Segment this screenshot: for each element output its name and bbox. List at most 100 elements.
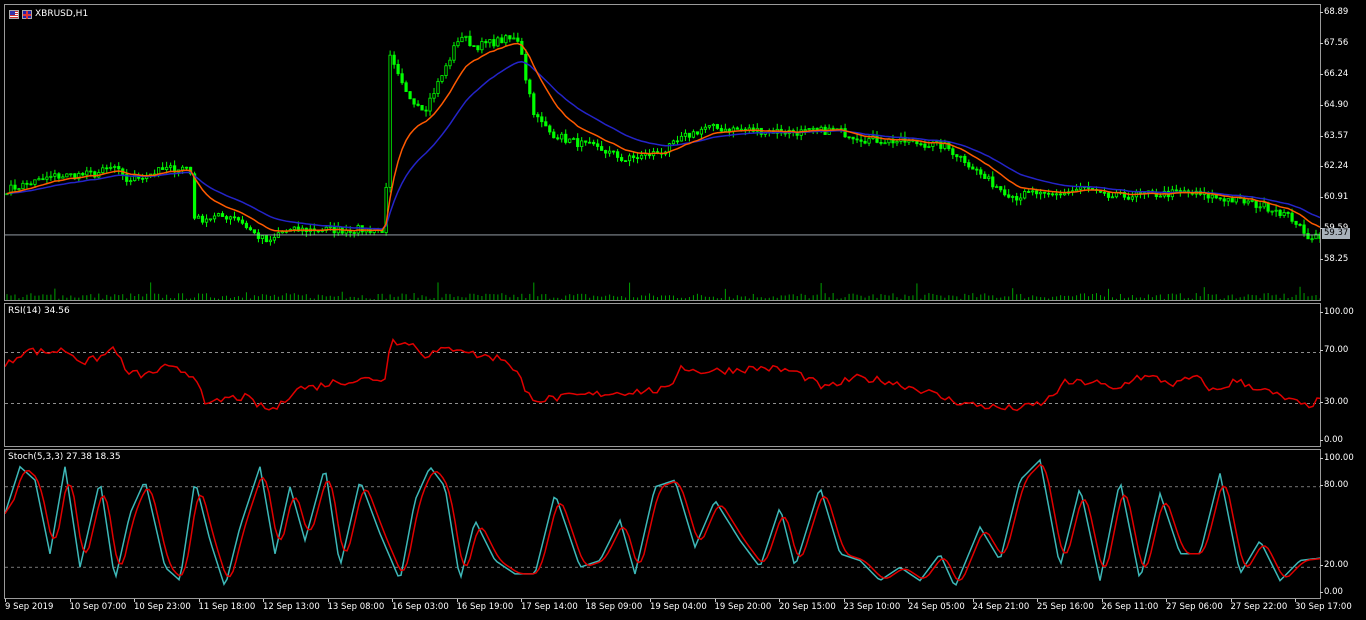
candle-body [240,219,245,224]
candle-body [1266,202,1270,212]
candle-body [627,155,632,162]
volume-bars [6,282,1320,300]
candle-body [536,114,540,118]
candle-body [883,142,887,145]
time-axis-label: 13 Sep 08:00 [327,599,385,612]
candle-body [129,180,133,183]
candle-body [1226,198,1230,202]
candle-body [169,165,173,168]
candle-body [53,173,57,177]
candle-body [879,141,883,144]
candle-body [923,143,927,148]
candle-body [25,182,29,185]
candle-body [256,232,261,239]
price-axis[interactable]: 68.8967.5666.2464.9063.5762.2460.9159.59… [1319,4,1366,301]
rsi-indicator-panel[interactable]: RSI(14) 34.56 [4,303,1321,447]
indicator-axis-label: 0.00 [1320,587,1343,597]
candle-body [1023,191,1027,199]
candle-body [631,155,636,158]
rsi-line [5,338,1320,412]
candle-body [683,132,688,137]
candle-body [1027,191,1031,193]
candle-body [404,82,408,92]
candle-body [671,140,676,145]
candle-body [1306,232,1310,240]
stochastic-signal-line [5,463,1320,582]
candle-body [867,138,871,144]
candle-body [955,154,959,158]
candle-body [815,127,819,131]
candle-body [983,173,987,179]
time-axis-label: 10 Sep 07:00 [69,599,127,612]
candle-body [967,162,971,168]
candle-body [109,166,113,169]
candle-body [1047,192,1051,195]
candle-body [564,133,568,143]
candle-body [388,54,392,188]
candle-body [568,138,572,143]
time-axis-label: 16 Sep 19:00 [456,599,514,612]
candle-body [1126,196,1131,200]
candle-body [89,170,93,173]
candle-body [532,93,536,115]
us-flag-icon [9,9,19,19]
candle-body [228,216,233,220]
candle-body [101,167,105,173]
price-chart-canvas[interactable] [5,5,1321,301]
stochastic-indicator-panel[interactable]: Stoch(5,3,3) 27.38 18.35 [4,449,1321,599]
candle-body [428,97,432,112]
candle-body [1274,209,1278,212]
candle-body [440,75,444,82]
candle-body [831,127,835,130]
time-axis-label: 11 Sep 18:00 [198,599,256,612]
price-axis-label: 68.89 [1319,7,1349,18]
time-axis-label: 24 Sep 05:00 [908,599,965,612]
candle-body [1258,206,1262,209]
candle-body [612,150,616,153]
time-axis-label: 19 Sep 20:00 [714,599,772,612]
price-chart-panel[interactable]: XBRUSD,H1 [4,4,1321,301]
candle-body [1294,220,1298,225]
candle-body [456,41,460,47]
candle-body [1270,210,1274,213]
candle-body [1262,202,1266,208]
candle-body [596,143,600,147]
candle-body [248,227,253,231]
candle-body [472,45,476,48]
stochastic-axis: 100.00 80.00 20.00 0.00 [1319,449,1366,599]
candle-body [524,53,528,81]
candle-body [224,216,229,220]
candle-body [699,128,704,135]
candle-body [963,155,967,163]
candle-body [484,41,488,44]
price-axis-label: 62.24 [1319,161,1349,172]
time-axis-label: 18 Sep 09:00 [585,599,643,612]
candle-body [895,140,899,144]
indicator-axis-label: 100.00 [1320,307,1354,317]
candle-body [45,176,49,180]
uk-flag-icon [22,9,32,19]
candle-body [592,141,596,145]
candle-body [576,138,580,148]
candle-body [396,63,400,75]
rsi-canvas[interactable] [5,304,1321,447]
rsi-label: RSI(14) 34.56 [8,306,70,316]
time-axis-label: 27 Sep 22:00 [1230,599,1288,612]
candle-body [1210,194,1214,199]
time-axis-label: 30 Sep 17:00 [1295,599,1352,612]
candle-body [999,186,1003,191]
time-axis[interactable]: 9 Sep 2019 10 Sep 07:00 10 Sep 23:00 11 Sep… [4,599,1352,620]
candle-body [1222,198,1226,202]
candle-body [1011,196,1015,198]
candle-body [236,217,241,221]
candle-body [468,35,472,47]
time-axis-label: 20 Sep 15:00 [779,599,836,612]
candle-body [1178,190,1182,193]
stochastic-canvas[interactable] [5,450,1321,599]
time-axis-label: 10 Sep 23:00 [134,599,191,612]
candle-body [272,236,276,241]
candle-body [196,215,201,219]
indicator-axis-label: 70.00 [1319,345,1349,356]
candle-body [580,140,584,148]
candle-body [244,222,249,229]
